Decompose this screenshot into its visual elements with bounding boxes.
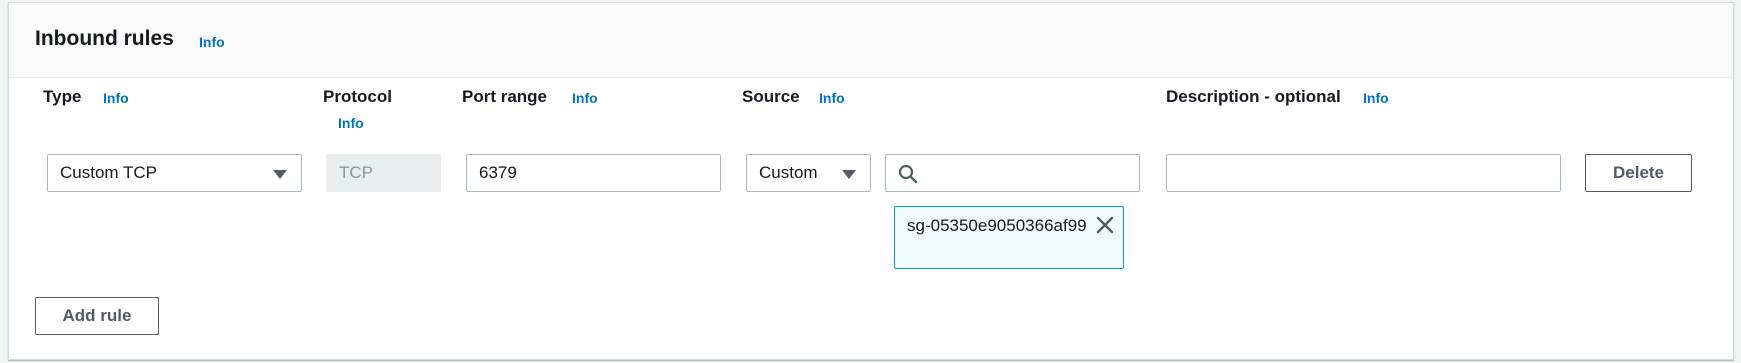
inbound-rules-panel: Inbound rules Info Type Info Protocol In…	[8, 2, 1734, 360]
source-type-select[interactable]: Custom	[746, 154, 871, 192]
protocol-label: Protocol	[323, 87, 392, 106]
protocol-info-link[interactable]: Info	[338, 115, 364, 131]
panel-title: Inbound rules	[35, 27, 174, 50]
source-search-input[interactable]	[885, 154, 1140, 192]
search-icon	[898, 164, 918, 184]
source-token-label: sg-05350e9050366af99	[907, 216, 1087, 235]
type-select[interactable]: Custom TCP	[47, 154, 302, 192]
description-input[interactable]	[1166, 154, 1561, 192]
source-label: Source	[742, 87, 800, 106]
type-label: Type	[43, 87, 82, 106]
add-rule-button[interactable]: Add rule	[35, 297, 159, 335]
description-info-link[interactable]: Info	[1363, 90, 1389, 106]
protocol-value: TCP	[339, 163, 373, 182]
caret-down-icon	[273, 170, 287, 179]
type-info-link[interactable]: Info	[103, 90, 129, 106]
caret-down-icon	[842, 170, 856, 179]
close-icon[interactable]	[1095, 215, 1115, 235]
panel-header: Inbound rules Info	[9, 3, 1733, 78]
port-range-input[interactable]: 6379	[466, 154, 721, 192]
description-label: Description - optional	[1166, 87, 1341, 106]
protocol-field: TCP	[326, 154, 441, 192]
source-token: sg-05350e9050366af99	[894, 206, 1124, 269]
source-info-link[interactable]: Info	[819, 90, 845, 106]
panel-info-link[interactable]: Info	[199, 34, 225, 50]
delete-button[interactable]: Delete	[1585, 154, 1692, 192]
port-range-info-link[interactable]: Info	[572, 90, 598, 106]
port-range-value: 6379	[479, 163, 517, 182]
type-select-value: Custom TCP	[60, 163, 157, 182]
source-type-value: Custom	[759, 163, 818, 182]
port-range-label: Port range	[462, 87, 548, 106]
